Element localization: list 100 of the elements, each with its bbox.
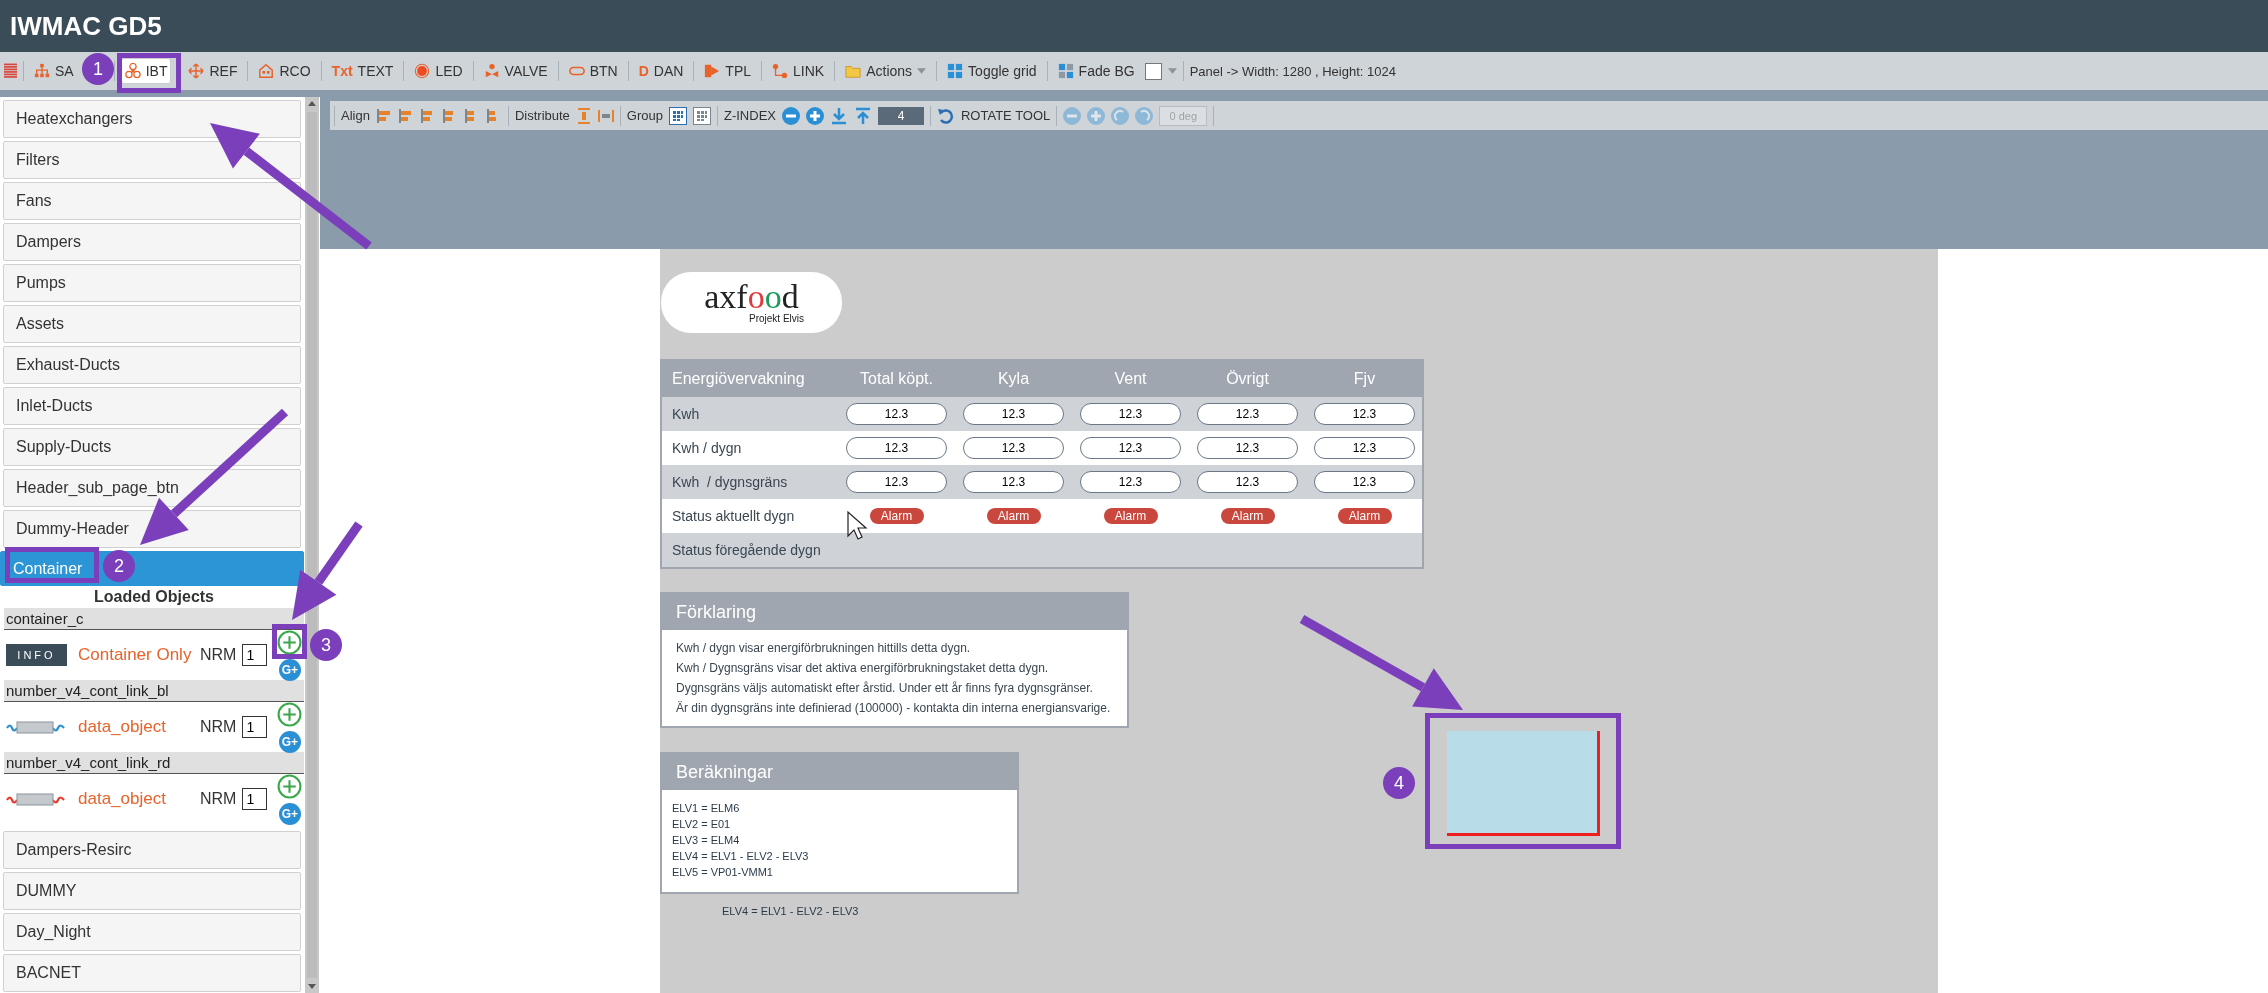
- sidebar-item[interactable]: Dummy-Header: [3, 510, 301, 548]
- value-field[interactable]: 12.3: [963, 437, 1064, 459]
- align-icon[interactable]: [397, 107, 414, 124]
- toolbar-button[interactable]: BTN: [564, 58, 622, 84]
- undo-icon[interactable]: [937, 106, 955, 125]
- sidebar-item[interactable]: Fans: [3, 182, 301, 220]
- nrm-field[interactable]: 1: [242, 716, 268, 738]
- row-label: Status aktuellt dygn: [671, 508, 796, 524]
- nrm-field[interactable]: 1: [242, 644, 268, 666]
- distribute-icon[interactable]: [597, 107, 614, 124]
- toolbar-button[interactable]: VALVE: [479, 58, 552, 84]
- section-title: Loaded Objects: [93, 587, 215, 607]
- fan-icon: [124, 63, 141, 79]
- toolbar-button[interactable]: Fade BG: [1053, 58, 1139, 84]
- toolbar-button[interactable]: Toggle grid: [943, 58, 1041, 84]
- object-label: data_object: [78, 789, 167, 809]
- add-icon[interactable]: [277, 629, 303, 655]
- value-field[interactable]: 12.3: [963, 403, 1064, 425]
- column-header: Energiövervakning: [671, 370, 806, 388]
- object-name: container_c: [4, 608, 304, 630]
- column-header: Övrigt: [1225, 370, 1270, 388]
- bring-top-icon[interactable]: [854, 106, 872, 125]
- scrollbar[interactable]: [305, 97, 319, 993]
- value-field[interactable]: 12.3: [846, 471, 947, 493]
- group-add-button[interactable]: G+: [278, 658, 301, 681]
- window-title: IWMAC GD5: [10, 10, 162, 42]
- value-field[interactable]: 12.3: [1314, 471, 1415, 493]
- formula-text: ELV4 = ELV1 - ELV2 - ELV3: [672, 849, 810, 864]
- highlight-box: [117, 53, 181, 93]
- sidebar-item[interactable]: Filters: [3, 141, 301, 179]
- panel-title: Förklaring: [662, 594, 1127, 630]
- row-label: Kwh: [671, 406, 701, 422]
- sidebar-item[interactable]: Exhaust-Ducts: [3, 346, 301, 384]
- add-icon[interactable]: [277, 701, 303, 727]
- nrm-field[interactable]: 1: [242, 788, 268, 810]
- sidebar-item[interactable]: Heatexchangers: [3, 100, 301, 138]
- value-field[interactable]: 12.3: [1197, 471, 1298, 493]
- rotate-right-icon[interactable]: [1135, 106, 1154, 125]
- group-add-button[interactable]: G+: [278, 730, 301, 753]
- toolbar-button[interactable]: LED: [410, 58, 467, 84]
- caret-icon: [917, 68, 927, 74]
- value-field[interactable]: 12.3: [1080, 437, 1181, 459]
- group-icon[interactable]: [669, 106, 687, 125]
- z-index-field[interactable]: 4: [878, 106, 924, 125]
- rotate-left-icon[interactable]: [1111, 106, 1130, 125]
- move-icon: [188, 63, 205, 79]
- row-label: Kwh / dygnsgräns: [671, 474, 789, 490]
- value-field[interactable]: 12.3: [1080, 471, 1181, 493]
- value-field[interactable]: 12.3: [846, 437, 947, 459]
- alarm-badge: Alarm: [1220, 508, 1275, 524]
- valve-icon: [483, 63, 500, 79]
- sidebar-item[interactable]: BACNET: [3, 954, 301, 992]
- toolbar-button[interactable]: IBT: [120, 58, 172, 84]
- sidebar-item[interactable]: Pumps: [3, 264, 301, 302]
- value-field[interactable]: 12.3: [1314, 437, 1415, 459]
- minus-icon[interactable]: [1063, 106, 1082, 125]
- checkbox[interactable]: [1144, 62, 1162, 80]
- sidebar-item[interactable]: Dampers-Resirc: [3, 831, 301, 869]
- toolbar-button[interactable]: Txt TEXT: [327, 58, 398, 84]
- toolbar-button[interactable]: TPL: [700, 58, 756, 84]
- value-field[interactable]: 12.3: [1197, 437, 1298, 459]
- toolbar-button[interactable]: D DAN: [634, 58, 688, 84]
- sidebar-item[interactable]: Dampers: [3, 223, 301, 261]
- grid-icon: [1057, 63, 1074, 79]
- distribute-icon[interactable]: [575, 107, 592, 124]
- sidebar-item[interactable]: Day_Night: [3, 913, 301, 951]
- formula-text: ELV2 = E01: [672, 817, 732, 832]
- ungroup-icon[interactable]: [693, 106, 711, 125]
- caret-icon[interactable]: [1167, 68, 1177, 74]
- toolbar-button[interactable]: SA: [30, 58, 78, 84]
- row-label: Kwh / dygn: [671, 440, 743, 456]
- object-label: Container Only: [78, 645, 193, 665]
- sidebar-item[interactable]: Inlet-Ducts: [3, 387, 301, 425]
- sidebar-item[interactable]: Header_sub_page_btn: [3, 469, 301, 507]
- value-field[interactable]: 12.3: [963, 471, 1064, 493]
- add-icon[interactable]: [277, 773, 303, 799]
- value-field[interactable]: 12.3: [846, 403, 947, 425]
- align-icon[interactable]: [375, 107, 392, 124]
- alarm-badge: Alarm: [1337, 508, 1392, 524]
- toolbar-button[interactable]: REF: [184, 58, 242, 84]
- toolbar-button[interactable]: RCO: [254, 58, 315, 84]
- info-button[interactable]: INFO: [6, 644, 67, 666]
- group-add-button[interactable]: G+: [278, 802, 301, 825]
- plus-icon[interactable]: [1087, 106, 1106, 125]
- group-label: Group: [626, 108, 663, 123]
- house-icon: [258, 63, 275, 79]
- value-field[interactable]: 12.3: [1314, 403, 1415, 425]
- sidebar-item[interactable]: DUMMY: [3, 872, 301, 910]
- sidebar-item[interactable]: Assets: [3, 305, 301, 343]
- plus-icon[interactable]: [806, 106, 824, 125]
- sidebar-item[interactable]: Supply-Ducts: [3, 428, 301, 466]
- minus-icon[interactable]: [782, 106, 800, 125]
- toolbar-button[interactable]: Actions: [841, 58, 931, 84]
- send-down-icon[interactable]: [830, 106, 848, 125]
- value-field[interactable]: 12.3: [1197, 403, 1298, 425]
- formula-text: ELV1 = ELM6: [672, 801, 741, 816]
- stripes-icon[interactable]: [4, 63, 17, 79]
- value-field[interactable]: 12.3: [1080, 403, 1181, 425]
- toolbar-button[interactable]: LINK: [768, 58, 829, 84]
- folder-icon: [845, 63, 862, 79]
